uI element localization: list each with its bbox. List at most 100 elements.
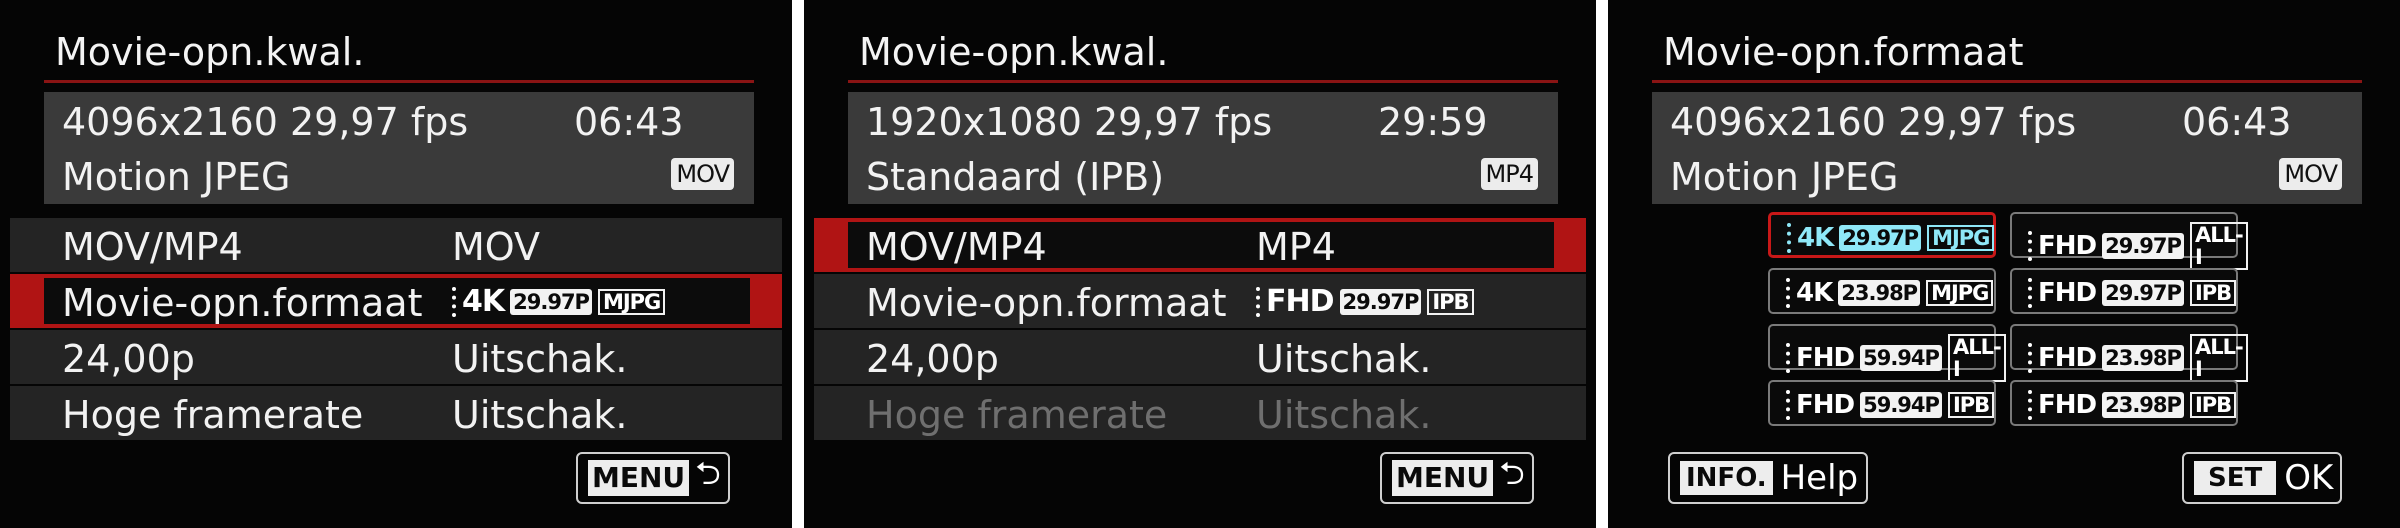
format-option-fhd-59.94p-all-i[interactable]: FHD 59.94P ALL-I <box>1768 324 2006 382</box>
format-badges: FHD 23.98P IPB <box>2028 390 2237 420</box>
format-badges: FHD 59.94P ALL-I <box>1786 334 2006 382</box>
codec-badge: ALL-I <box>1947 334 2006 382</box>
screen-title: Movie-opn.formaat <box>1663 30 2024 74</box>
frame-rate-badge: 23.98P <box>2102 345 2184 371</box>
resolution-fhd-icon: FHD <box>1256 287 1335 317</box>
frame-rate-badge: 23.98P <box>2102 392 2184 418</box>
menu-row-24p[interactable]: 24,00p Uitschak. <box>10 330 782 384</box>
menu-row-mov-mp4[interactable]: MOV/MP4 MOV <box>10 218 782 272</box>
recording-info-panel: 4096x2160 29,97 fps 06:43 Motion JPEG MO… <box>1652 92 2362 204</box>
format-badges: 4K 23.98P MJPG <box>1786 278 1994 308</box>
format-badges: 4K 29.97P MJPG <box>1787 223 1995 253</box>
resolution-fhd-icon: FHD <box>2028 390 2097 420</box>
frame-rate-badge: 29.97P <box>1839 225 1922 251</box>
resolution-fps: 4096x2160 29,97 fps <box>1670 100 2077 144</box>
format-badges: FHD 23.98P ALL-I <box>2028 334 2248 382</box>
codec-badge: MJPG <box>1926 280 1994 306</box>
row-value: Uitschak. <box>452 337 628 381</box>
format-option-fhd-59.94p-ipb[interactable]: FHD 59.94P IPB <box>1768 380 1996 426</box>
frame-rate-badge: 29.97P <box>2102 233 2184 259</box>
format-option-4k-23.98p-mjpg[interactable]: 4K 23.98P MJPG <box>1768 268 1996 314</box>
codec-badge: MJPG <box>597 289 666 315</box>
row-label: Movie-opn.formaat <box>62 281 423 325</box>
return-arrow-icon: ⮌ <box>1499 454 1525 492</box>
resolution-fhd-icon: FHD <box>2028 343 2097 373</box>
format-option-4k-29.97p-mjpg[interactable]: 4K 29.97P MJPG <box>1768 212 1996 258</box>
menu-row-movie-format[interactable]: Movie-opn.formaat 4K 29.97P MJPG <box>10 274 782 328</box>
remaining-time: 06:43 <box>574 100 684 144</box>
format-badges: FHD 29.97P IPB <box>2028 278 2237 308</box>
row-label: 24,00p <box>866 337 999 381</box>
set-ok-button[interactable]: SET OK <box>2182 452 2342 504</box>
recording-info-panel: 4096x2160 29,97 fps 06:43 Motion JPEG MO… <box>44 92 754 204</box>
resolution-fhd-icon: FHD <box>2028 231 2097 261</box>
row-value: MOV <box>452 225 541 269</box>
remaining-time: 29:59 <box>1378 100 1488 144</box>
info-help-button[interactable]: INFO. Help <box>1668 452 1868 504</box>
format-option-fhd-29.97p-ipb[interactable]: FHD 29.97P IPB <box>2010 268 2238 314</box>
format-option-fhd-29.97p-all-i[interactable]: FHD 29.97P ALL-I <box>2010 212 2248 270</box>
movie-format-screen: Movie-opn.formaat 4096x2160 29,97 fps 06… <box>1608 0 2400 528</box>
row-value: Uitschak. <box>1256 393 1432 437</box>
movie-quality-screen-2: Movie-opn.kwal. 1920x1080 29,97 fps 29:5… <box>804 0 1596 528</box>
remaining-time: 06:43 <box>2182 100 2292 144</box>
title-divider <box>1652 80 2362 83</box>
title-divider <box>44 80 754 83</box>
row-value: MP4 <box>1256 225 1336 269</box>
format-badges: FHD 29.97P ALL-I <box>2028 222 2248 270</box>
menu-key-label: MENU <box>588 460 690 496</box>
codec-badge: IPB <box>1427 289 1474 315</box>
row-label: MOV/MP4 <box>62 225 243 269</box>
codec-badge: MJPG <box>1927 225 1995 251</box>
format-option-fhd-23.98p-ipb[interactable]: FHD 23.98P IPB <box>2010 380 2238 426</box>
container-badge: MOV <box>671 158 734 190</box>
frame-rate-badge: 59.94P <box>1860 345 1942 371</box>
screen-title: Movie-opn.kwal. <box>55 30 365 74</box>
format-option-fhd-23.98p-all-i[interactable]: FHD 23.98P ALL-I <box>2010 324 2248 382</box>
menu-row-movie-format[interactable]: Movie-opn.formaat FHD 29.97P IPB <box>814 274 1586 328</box>
return-arrow-icon: ⮌ <box>695 454 721 492</box>
menu-row-mov-mp4[interactable]: MOV/MP4 MP4 <box>814 218 1586 272</box>
menu-back-button[interactable]: MENU ⮌ <box>576 452 730 504</box>
row-label: MOV/MP4 <box>866 225 1047 269</box>
codec-badge: ALL-I <box>2189 222 2248 270</box>
row-label: Movie-opn.formaat <box>866 281 1227 325</box>
help-label: Help <box>1780 458 1859 498</box>
row-value: Uitschak. <box>1256 337 1432 381</box>
compression-type: Motion JPEG <box>1670 155 1899 199</box>
format-badges: 4K 29.97P MJPG <box>452 287 666 317</box>
resolution-fhd-icon: FHD <box>2028 278 2097 308</box>
resolution-fhd-icon: FHD <box>1786 390 1855 420</box>
resolution-4k-icon: 4K <box>1786 278 1833 308</box>
row-value: Uitschak. <box>452 393 628 437</box>
frame-rate-badge: 29.97P <box>510 289 592 315</box>
compression-type: Standaard (IPB) <box>866 155 1165 199</box>
movie-quality-screen-1: Movie-opn.kwal. 4096x2160 29,97 fps 06:4… <box>0 0 792 528</box>
frame-rate-badge: 23.98P <box>1838 280 1921 306</box>
menu-key-label: MENU <box>1392 460 1494 496</box>
recording-info-panel: 1920x1080 29,97 fps 29:59 Standaard (IPB… <box>848 92 1558 204</box>
menu-back-button[interactable]: MENU ⮌ <box>1380 452 1534 504</box>
frame-rate-badge: 29.97P <box>2102 280 2184 306</box>
resolution-fhd-icon: FHD <box>1786 343 1855 373</box>
menu-row-high-framerate[interactable]: Hoge framerate Uitschak. <box>10 386 782 440</box>
codec-badge: IPB <box>2189 392 2237 418</box>
compression-type: Motion JPEG <box>62 155 291 199</box>
codec-badge: IPB <box>2189 280 2237 306</box>
resolution-4k-icon: 4K <box>1787 223 1834 253</box>
codec-badge: IPB <box>1947 392 1995 418</box>
info-key-label: INFO. <box>1680 461 1773 495</box>
codec-badge: ALL-I <box>2189 334 2248 382</box>
frame-rate-badge: 59.94P <box>1860 392 1942 418</box>
resolution-4k-icon: 4K <box>452 287 505 317</box>
row-label: Hoge framerate <box>62 393 364 437</box>
resolution-fps: 4096x2160 29,97 fps <box>62 100 469 144</box>
frame-rate-badge: 29.97P <box>1339 289 1422 315</box>
format-badges: FHD 29.97P IPB <box>1256 287 1474 317</box>
title-divider <box>848 80 1558 83</box>
ok-label: OK <box>2284 458 2334 498</box>
row-label: Hoge framerate <box>866 393 1168 437</box>
menu-row-24p[interactable]: 24,00p Uitschak. <box>814 330 1586 384</box>
resolution-fps: 1920x1080 29,97 fps <box>866 100 1273 144</box>
format-badges: FHD 59.94P IPB <box>1786 390 1995 420</box>
